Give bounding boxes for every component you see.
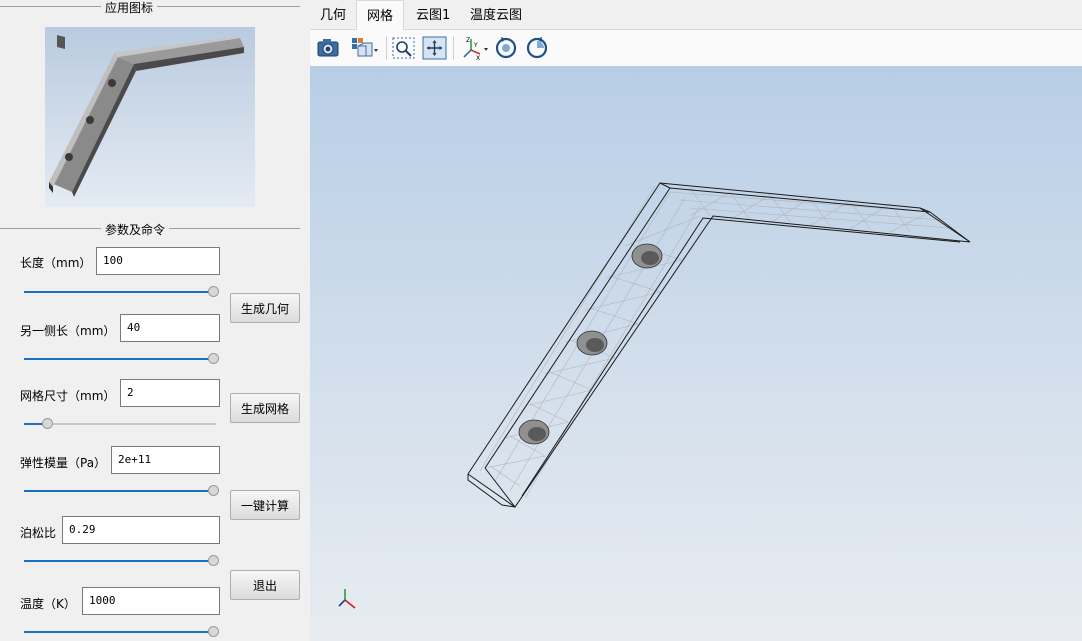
poisson-ratio-slider[interactable] xyxy=(24,555,219,567)
exit-button[interactable]: 退出 xyxy=(230,570,300,600)
orientation-axes-icon xyxy=(338,589,356,609)
viewer-toolbar: ZY X xyxy=(310,30,1082,66)
view-tabs: 几何 网格 云图1 温度云图 xyxy=(310,0,1082,30)
mesh-size-label: 网格尺寸（mm） xyxy=(20,389,116,403)
rotate-cw-icon[interactable] xyxy=(524,36,550,60)
zoom-fit-icon[interactable] xyxy=(391,36,417,60)
svg-text:Y: Y xyxy=(473,42,478,49)
left-panel: 应用图标 参数及命令 长度（mm） 100 另一侧长（mm） 40 网格尺寸（m… xyxy=(0,0,308,641)
toolbar-separator xyxy=(386,36,387,60)
svg-text:X: X xyxy=(476,55,480,60)
rotate-ccw-icon[interactable] xyxy=(493,36,519,60)
axes-icon[interactable]: ZY X xyxy=(460,36,488,62)
toolbar-separator xyxy=(453,36,454,60)
mesh-size-input[interactable]: 2 xyxy=(120,379,220,407)
length-slider[interactable] xyxy=(24,286,219,298)
generate-mesh-button[interactable]: 生成网格 xyxy=(230,393,300,423)
camera-icon[interactable] xyxy=(315,36,341,60)
poisson-ratio-label: 泊松比 xyxy=(20,526,57,540)
icon-group-title: 应用图标 xyxy=(101,0,158,16)
elastic-modulus-input[interactable]: 2e+11 xyxy=(111,446,220,474)
tab-geometry[interactable]: 几何 xyxy=(310,0,356,30)
temperature-slider[interactable] xyxy=(24,626,219,638)
other-side-length-label: 另一侧长（mm） xyxy=(20,324,116,338)
view-cube-icon[interactable] xyxy=(350,36,378,60)
generate-geometry-button[interactable]: 生成几何 xyxy=(230,293,300,323)
tab-temperature-contour[interactable]: 温度云图 xyxy=(460,0,532,30)
svg-text:Z: Z xyxy=(466,37,470,44)
length-label: 长度（mm） xyxy=(20,256,92,270)
mesh-render xyxy=(467,182,971,508)
pan-icon[interactable] xyxy=(422,36,448,60)
mesh-size-slider[interactable] xyxy=(24,418,216,430)
app-icon-image xyxy=(45,27,255,207)
mesh-viewport[interactable] xyxy=(310,66,1082,641)
tab-contour[interactable]: 云图1 xyxy=(406,0,460,30)
temperature-label: 温度（K） xyxy=(20,597,76,611)
length-input[interactable]: 100 xyxy=(96,247,220,275)
elastic-modulus-label: 弹性模量（Pa） xyxy=(20,456,107,470)
params-group-title: 参数及命令 xyxy=(101,221,170,238)
other-side-length-slider[interactable] xyxy=(24,353,219,365)
tab-mesh[interactable]: 网格 xyxy=(356,0,405,30)
other-side-length-input[interactable]: 40 xyxy=(120,314,220,342)
temperature-input[interactable]: 1000 xyxy=(82,587,220,615)
poisson-ratio-input[interactable]: 0.29 xyxy=(62,516,220,544)
elastic-modulus-slider[interactable] xyxy=(24,485,219,497)
compute-button[interactable]: 一键计算 xyxy=(230,490,300,520)
